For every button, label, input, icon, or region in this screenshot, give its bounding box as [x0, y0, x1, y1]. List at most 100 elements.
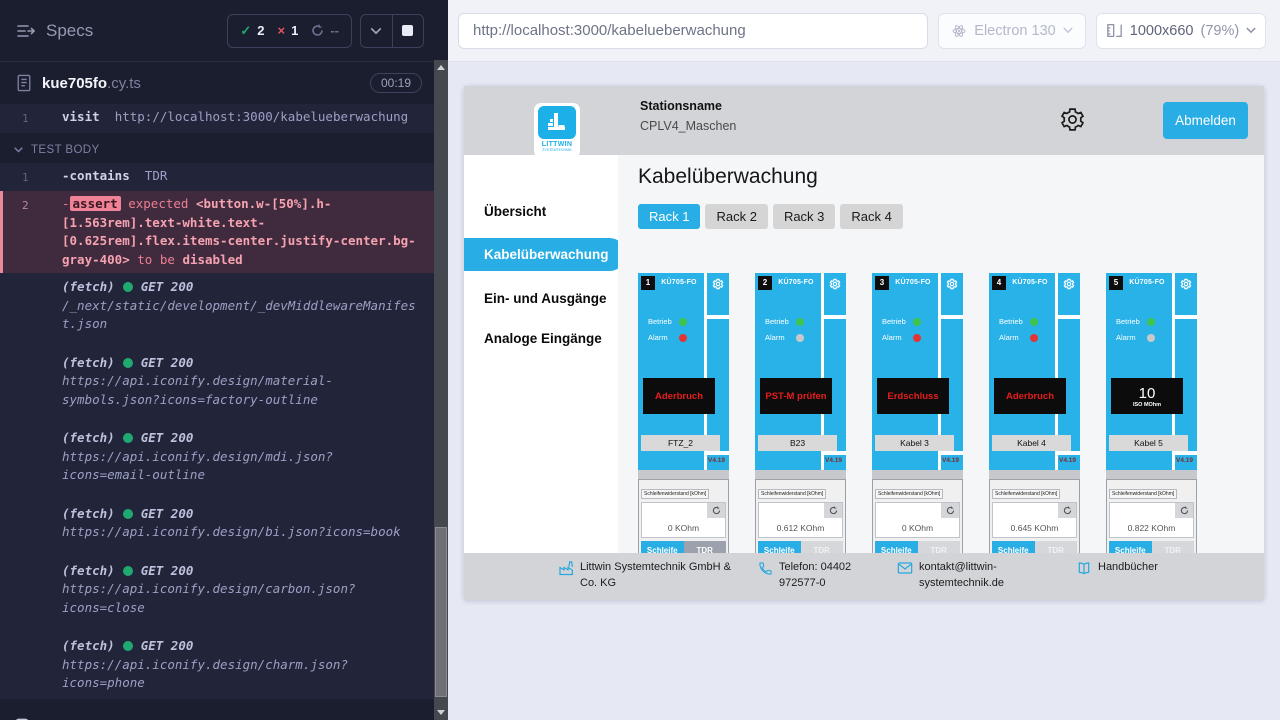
refresh-icon[interactable]	[1175, 503, 1193, 518]
fetch-log[interactable]: (fetch)GET 200 https://api.iconify.desig…	[0, 632, 434, 699]
stat-failed: × 1	[278, 23, 299, 38]
browser-name: Electron 130	[974, 23, 1055, 39]
scroll-down-icon[interactable]	[437, 710, 445, 715]
app-header: LITTWIN SYSTEMTECHNIK Stationsname CPLV4…	[464, 86, 1264, 155]
fetch-log[interactable]: (fetch)GET 200 /_next/static/development…	[0, 273, 434, 340]
display-value: 10	[1139, 385, 1156, 402]
measurement-label: Schleifenwiderstand [kOhm]	[992, 489, 1060, 499]
browser-select[interactable]: Electron 130	[938, 13, 1086, 49]
tab-rack-4[interactable]: Rack 4	[840, 204, 902, 229]
refresh-icon[interactable]	[1058, 503, 1076, 518]
test-body-header[interactable]: TEST BODY	[0, 133, 434, 163]
module-gear-icon[interactable]	[712, 278, 724, 290]
schleife-button[interactable]: Schleife	[875, 541, 918, 553]
measurement-value-box: 0 KOhm	[641, 502, 726, 538]
scroll-up-icon[interactable]	[437, 65, 445, 70]
slot-number: 5	[1109, 276, 1123, 290]
cable-label: Kabel 3	[875, 435, 954, 451]
footer-manuals-link[interactable]: Handbücher	[1076, 560, 1158, 600]
tdr-button[interactable]: TDR	[801, 541, 844, 553]
schleife-button[interactable]: Schleife	[1109, 541, 1152, 553]
specs-toggle-button[interactable]: Specs	[16, 21, 93, 41]
tab-rack-1[interactable]: Rack 1	[638, 204, 700, 229]
command-contains[interactable]: 1 -contains TDR	[0, 163, 434, 192]
logo-title: LITTWIN	[534, 141, 580, 148]
next-test-row[interactable]: should open and close the settings modal	[0, 708, 434, 720]
slot-number: 2	[758, 276, 772, 290]
schleife-button[interactable]: Schleife	[641, 541, 684, 553]
module-gear-icon[interactable]	[1180, 278, 1192, 290]
measurement-value: 0.822 KOhm	[1110, 523, 1193, 533]
cable-label: B23	[758, 435, 837, 451]
refresh-icon[interactable]	[941, 503, 959, 518]
app-sidebar: Übersicht Kabelüberwachung Ein- und Ausg…	[464, 155, 618, 553]
logo-subtitle: SYSTEMTECHNIK	[534, 148, 580, 152]
stop-button[interactable]	[392, 15, 424, 47]
station-name: CPLV4_Maschen	[640, 119, 736, 133]
slot-number: 3	[875, 276, 889, 290]
slot-number: 4	[992, 276, 1006, 290]
command-assert-failed[interactable]: 2 -assert expected <button.w-[50%].h-[1.…	[0, 191, 434, 273]
module-gear-icon[interactable]	[1063, 278, 1075, 290]
settings-gear-icon[interactable]	[1059, 106, 1086, 133]
command-visit[interactable]: 1 visit http://localhost:3000/kabelueber…	[0, 104, 434, 133]
viewport-size: 1000x660	[1130, 23, 1194, 39]
fetch-url: https://api.iconify.design/carbon.json?i…	[62, 580, 420, 617]
module-model: KÜ705-FO	[656, 279, 702, 286]
factory-icon	[558, 560, 574, 600]
tdr-button[interactable]: TDR	[1152, 541, 1195, 553]
littwin-logo: LITTWIN SYSTEMTECHNIK	[534, 103, 580, 158]
measurement-panel: Schleifenwiderstand [kOhm] 0 KOhm Schlei…	[872, 479, 963, 553]
cable-label: Kabel 5	[1109, 435, 1188, 451]
betrieb-led	[1030, 318, 1038, 326]
tab-rack-2[interactable]: Rack 2	[705, 204, 767, 229]
viewport-size-select[interactable]: 1000x660 (79%)	[1096, 13, 1266, 49]
sidebar-item-kabelueberwachung[interactable]: Kabelüberwachung	[464, 238, 626, 271]
tdr-button[interactable]: TDR	[684, 541, 727, 553]
tdr-button[interactable]: TDR	[918, 541, 961, 553]
preview-pane: Electron 130 1000x660 (79%)	[448, 0, 1280, 720]
status-display: Aderbruch	[643, 378, 715, 414]
command-url: http://localhost:3000/kabelueberwachung	[115, 109, 409, 124]
footer-email: kontakt@littwin-systemtechnik.de	[897, 560, 1016, 600]
alarm-led	[913, 334, 921, 342]
fetch-log[interactable]: (fetch)GET 200 https://api.iconify.desig…	[0, 424, 434, 491]
collapse-button[interactable]	[361, 15, 392, 47]
fetch-log[interactable]: (fetch)GET 200 https://api.iconify.desig…	[0, 557, 434, 624]
measurement-panel: Schleifenwiderstand [kOhm] 0.822 KOhm Sc…	[1106, 479, 1197, 553]
measurement-label: Schleifenwiderstand [kOhm]	[641, 489, 709, 499]
reporter-scrollbar[interactable]	[434, 60, 448, 720]
status-dot-icon	[123, 641, 133, 651]
measurement-value-box: 0 KOhm	[875, 502, 960, 538]
module-gear-icon[interactable]	[829, 278, 841, 290]
sidebar-item-analoge-eingaenge[interactable]: Analoge Eingänge	[464, 322, 618, 355]
status-dot-icon	[123, 566, 133, 576]
display-unit: ISO MOhm	[1133, 402, 1161, 408]
tab-rack-3[interactable]: Rack 3	[773, 204, 835, 229]
status-display: Erdschluss	[877, 378, 949, 414]
alarm-led	[1030, 334, 1038, 342]
fetch-url: https://api.iconify.design/charm.json?ic…	[62, 656, 420, 693]
phone-icon	[758, 560, 773, 600]
betrieb-led	[1147, 318, 1155, 326]
fetch-log[interactable]: (fetch)GET 200 https://api.iconify.desig…	[0, 500, 434, 548]
sidebar-item-uebersicht[interactable]: Übersicht	[464, 195, 618, 228]
stop-icon	[402, 25, 413, 36]
measurement-value-box: 0.645 KOhm	[992, 502, 1077, 538]
cypress-runner: Specs ✓ 2 × 1 --	[0, 0, 1280, 720]
app-content: Kabelüberwachung Rack 1 Rack 2 Rack 3 Ra…	[618, 155, 1264, 553]
spec-file-row[interactable]: kue705fo.cy.ts 00:19	[0, 62, 434, 104]
tdr-button[interactable]: TDR	[1035, 541, 1078, 553]
schleife-button[interactable]: Schleife	[758, 541, 801, 553]
sidebar-item-ein-und-ausgaenge[interactable]: Ein- und Ausgänge	[464, 282, 618, 315]
fetch-log[interactable]: (fetch)GET 200 https://api.iconify.desig…	[0, 349, 434, 416]
module-gear-icon[interactable]	[946, 278, 958, 290]
logout-button[interactable]: Abmelden	[1163, 102, 1248, 139]
scrollbar-thumb[interactable]	[435, 527, 447, 697]
url-input[interactable]	[458, 13, 928, 49]
status-dot-icon	[123, 358, 133, 368]
refresh-icon[interactable]	[707, 503, 725, 518]
schleife-button[interactable]: Schleife	[992, 541, 1035, 553]
refresh-icon[interactable]	[824, 503, 842, 518]
command-arg: TDR	[145, 168, 168, 183]
